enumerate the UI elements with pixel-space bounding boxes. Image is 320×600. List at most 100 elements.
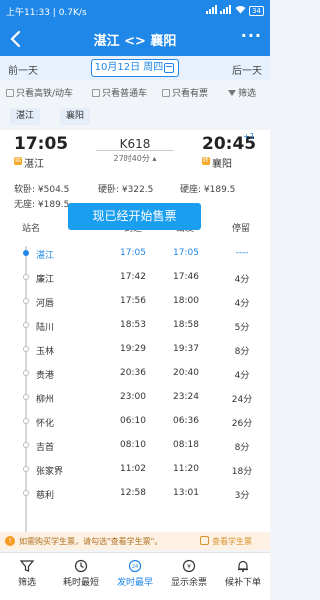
depart-time: 11:20 bbox=[173, 464, 199, 474]
header-stop: 停留 bbox=[232, 224, 251, 234]
tab-label: 发时最早 bbox=[116, 578, 153, 588]
tab-waitlist[interactable]: 候补下单 bbox=[216, 553, 270, 600]
tab-label: 耗时最短 bbox=[62, 578, 99, 588]
depart-time: 23:24 bbox=[173, 392, 199, 402]
calendar-icon bbox=[164, 63, 174, 73]
prev-day-button[interactable]: 前一天 bbox=[8, 62, 38, 77]
depart-time: 19:37 bbox=[173, 344, 199, 354]
filter-normal-train[interactable]: 只看普通车 bbox=[92, 86, 147, 99]
timeline-dot bbox=[23, 490, 29, 496]
notice-text: 如需购买学生票，请勾选"查看学生票"。 bbox=[19, 537, 163, 546]
stops-table: 站名 到达 出发 停留 湛江17:0517:05---- 廉江17:4217:4… bbox=[0, 212, 270, 536]
arrive-time: 18:53 bbox=[120, 320, 146, 330]
tab-remaining[interactable]: ¥ 显示余票 bbox=[162, 553, 216, 600]
header-station: 站名 bbox=[22, 224, 41, 234]
timeline-dot bbox=[23, 418, 29, 424]
stop-duration: 3分 bbox=[234, 491, 250, 501]
station-name: 廉江 bbox=[36, 275, 55, 285]
wifi-icon bbox=[235, 6, 246, 14]
timeline-dot bbox=[23, 442, 29, 448]
chip-arrival[interactable]: 襄阳 bbox=[60, 108, 91, 125]
stop-duration: 4分 bbox=[234, 371, 250, 381]
depart-time: 08:18 bbox=[173, 440, 199, 450]
price-hard-sleeper: 硬卧: ¥322.5 bbox=[98, 185, 154, 195]
arrive-time: 06:10 bbox=[120, 416, 146, 426]
timeline-dot bbox=[23, 370, 29, 376]
station-name: 河唇 bbox=[36, 299, 55, 309]
table-row[interactable]: 贵港 20:36 20:40 4分 bbox=[0, 362, 270, 385]
table-row[interactable]: 吉首 08:10 08:18 8分 bbox=[0, 434, 270, 457]
stop-duration: ---- bbox=[235, 248, 249, 258]
plus-day-badge: +1 bbox=[243, 132, 255, 141]
station-name: 湛江 bbox=[36, 251, 55, 261]
bottom-tab-bar: 筛选 耗时最短 24 发时最早 ¥ 显示余票 候补下单 bbox=[0, 552, 270, 600]
date-picker[interactable]: 10月12日 周四 bbox=[91, 59, 179, 77]
tab-label: 显示余票 bbox=[170, 578, 207, 588]
station-name: 贵港 bbox=[36, 371, 55, 381]
stop-duration: 4分 bbox=[234, 299, 250, 309]
tab-earliest[interactable]: 24 发时最早 bbox=[108, 553, 162, 600]
chip-departure[interactable]: 湛江 bbox=[10, 108, 41, 125]
depart-time: 18:00 bbox=[173, 296, 199, 306]
depart-time: 06:36 bbox=[173, 416, 199, 426]
clock-icon bbox=[74, 559, 88, 573]
price-hard-seat: 硬座: ¥189.5 bbox=[180, 185, 236, 195]
train-card[interactable]: 17:05 K618 27时40分 ▴ 20:45 +1 始 湛江 终 襄阳 软… bbox=[0, 130, 270, 212]
departure-station: 湛江 bbox=[24, 159, 44, 170]
price-soft-sleeper: 软卧: ¥504.5 bbox=[14, 185, 70, 195]
depart-time: 17:05 bbox=[173, 248, 199, 258]
more-menu-icon[interactable]: ··· bbox=[241, 26, 262, 45]
depart-time: 18:58 bbox=[173, 320, 199, 330]
filter-has-ticket[interactable]: 只看有票 bbox=[162, 86, 208, 99]
station-chips: 湛江 襄阳 bbox=[0, 106, 270, 126]
station-name: 陆川 bbox=[36, 323, 55, 333]
stop-duration: 8分 bbox=[234, 443, 250, 453]
student-ticket-checkbox[interactable] bbox=[200, 536, 209, 545]
student-ticket-label[interactable]: 查看学生票 bbox=[212, 536, 252, 547]
timeline-dot bbox=[23, 466, 29, 472]
depart-time: 13:01 bbox=[173, 488, 199, 498]
checkbox-icon bbox=[92, 89, 100, 97]
svg-text:24: 24 bbox=[132, 564, 138, 570]
table-row[interactable]: 河唇 17:56 18:00 4分 bbox=[0, 290, 270, 313]
stop-duration: 4分 bbox=[234, 275, 250, 285]
checkbox-icon bbox=[6, 89, 14, 97]
table-row[interactable]: 张家界 11:02 11:20 18分 bbox=[0, 458, 270, 481]
battery-icon: 34 bbox=[249, 6, 264, 16]
checkbox-icon bbox=[162, 89, 170, 97]
stop-duration: 26分 bbox=[231, 419, 253, 429]
svg-text:¥: ¥ bbox=[187, 564, 191, 571]
table-row[interactable]: 陆川 18:53 18:58 5分 bbox=[0, 314, 270, 337]
tab-label: 筛选 bbox=[17, 578, 36, 588]
arrive-time: 08:10 bbox=[120, 440, 146, 450]
depart-time: 20:40 bbox=[173, 368, 199, 378]
stop-duration: 24分 bbox=[231, 395, 253, 405]
table-row[interactable]: 玉林 19:29 19:37 8分 bbox=[0, 338, 270, 361]
station-name: 吉首 bbox=[36, 443, 55, 453]
tab-shortest[interactable]: 耗时最短 bbox=[54, 553, 108, 600]
status-bar: 上午11:33 | 0.7K/s 34 bbox=[0, 0, 270, 22]
table-row[interactable]: 柳州 23:00 23:24 24分 bbox=[0, 386, 270, 409]
status-right: 34 bbox=[206, 5, 264, 16]
train-duration[interactable]: 27时40分 ▴ bbox=[100, 153, 170, 164]
timeline-dot bbox=[23, 274, 29, 280]
filter-button[interactable]: 筛选 bbox=[228, 86, 256, 99]
next-day-button[interactable]: 后一天 bbox=[232, 62, 262, 77]
arrive-time: 11:02 bbox=[120, 464, 146, 474]
tab-label: 候补下单 bbox=[224, 578, 261, 588]
table-row[interactable]: 慈利 12:58 13:01 3分 bbox=[0, 482, 270, 505]
filter-high-speed[interactable]: 只看高铁/动车 bbox=[6, 86, 73, 99]
table-row[interactable]: 廉江 17:42 17:46 4分 bbox=[0, 266, 270, 289]
funnel-icon bbox=[228, 90, 236, 96]
ticket-icon: ¥ bbox=[182, 559, 196, 573]
filter-icon bbox=[20, 560, 34, 572]
station-name: 玉林 bbox=[36, 347, 55, 357]
tab-filter[interactable]: 筛选 bbox=[0, 553, 54, 600]
departure-time: 17:05 bbox=[14, 134, 69, 154]
table-row[interactable]: 怀化 06:10 06:36 26分 bbox=[0, 410, 270, 433]
table-row[interactable]: 湛江 17:05 17:05 ---- bbox=[0, 242, 270, 265]
timeline-dot bbox=[23, 250, 29, 256]
station-name: 张家界 bbox=[36, 467, 64, 477]
sale-toast: 现已经开始售票 bbox=[68, 203, 201, 230]
date-label: 10月12日 周四 bbox=[94, 62, 164, 73]
